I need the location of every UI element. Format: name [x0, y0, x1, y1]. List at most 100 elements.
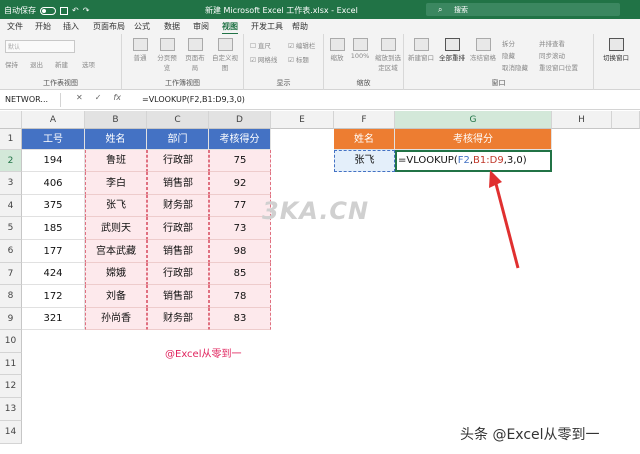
select-all-corner[interactable]: [0, 111, 22, 129]
row-header-9[interactable]: 9: [0, 308, 22, 330]
keep-button[interactable]: 保持: [5, 59, 18, 69]
id-cell[interactable]: 424: [22, 263, 85, 285]
id-cell[interactable]: 172: [22, 285, 85, 308]
col-header-e[interactable]: E: [271, 111, 334, 129]
zoom-100-button[interactable]: 100%: [349, 38, 371, 60]
dept-cell[interactable]: 销售部: [147, 285, 209, 308]
normal-view-button[interactable]: 普通: [128, 38, 152, 62]
new-window-button[interactable]: 新建窗口: [407, 38, 435, 62]
col-header-c[interactable]: C: [147, 111, 209, 129]
row-header-3[interactable]: 3: [0, 172, 22, 195]
dept-cell[interactable]: 财务部: [147, 308, 209, 330]
dept-cell[interactable]: 行政部: [147, 217, 209, 240]
tab-file[interactable]: 文件: [7, 21, 23, 32]
save-icon[interactable]: [60, 6, 68, 15]
page-layout-button[interactable]: 页面布局: [183, 38, 207, 72]
col-header-g[interactable]: G: [395, 111, 552, 129]
header-cell-name[interactable]: 姓名: [85, 129, 147, 150]
id-cell[interactable]: 185: [22, 217, 85, 240]
name-cell[interactable]: 嫦娥: [85, 263, 147, 285]
search-box[interactable]: ⌕ 搜索: [426, 3, 620, 16]
lookup-header-name[interactable]: 姓名: [334, 129, 395, 150]
arrange-all-button[interactable]: 全部重排: [437, 38, 467, 62]
options-button[interactable]: 选项: [82, 59, 95, 69]
name-cell[interactable]: 孙尚香: [85, 308, 147, 330]
switch-window-button[interactable]: 切换窗口: [596, 38, 636, 62]
tab-formulas[interactable]: 公式: [134, 21, 150, 32]
dept-cell[interactable]: 销售部: [147, 172, 209, 195]
tab-page-layout[interactable]: 页面布局: [93, 21, 125, 32]
undo-icon[interactable]: ↶: [72, 6, 79, 15]
freeze-panes-button[interactable]: 冻结窗格: [469, 38, 497, 62]
autosave-toggle[interactable]: [40, 6, 56, 15]
zoom-button[interactable]: 缩放: [327, 38, 347, 62]
row-header-10[interactable]: 10: [0, 330, 22, 353]
new-view-button[interactable]: 新建: [55, 59, 68, 69]
row-header-11[interactable]: 11: [0, 353, 22, 375]
score-cell[interactable]: 85: [209, 263, 271, 285]
custom-views-button[interactable]: 自定义视图: [211, 38, 239, 72]
col-header-i[interactable]: [612, 111, 640, 129]
header-cell-dept[interactable]: 部门: [147, 129, 209, 150]
reset-position-button[interactable]: 重设窗口位置: [539, 62, 578, 72]
row-header-14[interactable]: 14: [0, 421, 22, 444]
tab-view[interactable]: 视图: [222, 21, 238, 35]
col-header-h[interactable]: H: [552, 111, 612, 129]
dept-cell[interactable]: 行政部: [147, 150, 209, 172]
formula-input[interactable]: =VLOOKUP(F2,B1:D9,3,0): [142, 95, 245, 104]
id-cell[interactable]: 406: [22, 172, 85, 195]
row-header-6[interactable]: 6: [0, 240, 22, 263]
row-header-8[interactable]: 8: [0, 285, 22, 308]
score-cell[interactable]: 75: [209, 150, 271, 172]
col-header-f[interactable]: F: [334, 111, 395, 129]
sync-scroll-button[interactable]: 同步滚动: [539, 50, 565, 60]
dept-cell[interactable]: 行政部: [147, 263, 209, 285]
score-cell[interactable]: 92: [209, 172, 271, 195]
tab-home[interactable]: 开始: [35, 21, 51, 32]
name-cell[interactable]: 张飞: [85, 195, 147, 217]
cancel-icon[interactable]: ✕: [76, 93, 83, 102]
page-break-button[interactable]: 分页预览: [155, 38, 179, 72]
redo-icon[interactable]: ↷: [83, 6, 90, 15]
header-cell-id[interactable]: 工号: [22, 129, 85, 150]
col-header-a[interactable]: A: [22, 111, 85, 129]
name-box[interactable]: NETWOR...: [3, 93, 61, 107]
formula-bar-checkbox[interactable]: ☑ 编辑栏: [288, 40, 315, 50]
col-header-d[interactable]: D: [209, 111, 271, 129]
row-header-7[interactable]: 7: [0, 263, 22, 285]
id-cell[interactable]: 194: [22, 150, 85, 172]
score-cell[interactable]: 98: [209, 240, 271, 263]
tab-data[interactable]: 数据: [164, 21, 180, 32]
row-header-12[interactable]: 12: [0, 375, 22, 398]
hide-button[interactable]: 隐藏: [502, 50, 515, 60]
side-by-side-button[interactable]: 并排查看: [539, 38, 565, 48]
col-header-b[interactable]: B: [85, 111, 147, 129]
id-cell[interactable]: 321: [22, 308, 85, 330]
header-cell-score[interactable]: 考核得分: [209, 129, 271, 150]
row-header-4[interactable]: 4: [0, 195, 22, 217]
name-cell[interactable]: 武则天: [85, 217, 147, 240]
fx-icon[interactable]: fx: [113, 93, 121, 102]
enter-icon[interactable]: ✓: [95, 93, 102, 102]
row-header-13[interactable]: 13: [0, 398, 22, 421]
row-header-1[interactable]: 1: [0, 129, 22, 150]
ruler-checkbox[interactable]: ☐ 直尺: [250, 40, 271, 50]
row-header-5[interactable]: 5: [0, 217, 22, 240]
dept-cell[interactable]: 销售部: [147, 240, 209, 263]
zoom-selection-button[interactable]: 缩放到选定区域: [373, 38, 403, 72]
score-cell[interactable]: 83: [209, 308, 271, 330]
headings-checkbox[interactable]: ☑ 标题: [288, 54, 309, 64]
tab-insert[interactable]: 插入: [63, 21, 79, 32]
name-cell[interactable]: 李白: [85, 172, 147, 195]
split-button[interactable]: 拆分: [502, 38, 515, 48]
tab-developer[interactable]: 开发工具: [251, 21, 283, 32]
tab-help[interactable]: 帮助: [292, 21, 308, 32]
name-cell[interactable]: 鲁班: [85, 150, 147, 172]
gridlines-checkbox[interactable]: ☑ 网格线: [250, 54, 277, 64]
dept-cell[interactable]: 财务部: [147, 195, 209, 217]
score-cell[interactable]: 78: [209, 285, 271, 308]
unhide-button[interactable]: 取消隐藏: [502, 62, 528, 72]
tab-review[interactable]: 审阅: [193, 21, 209, 32]
id-cell[interactable]: 177: [22, 240, 85, 263]
name-cell[interactable]: 宫本武藏: [85, 240, 147, 263]
